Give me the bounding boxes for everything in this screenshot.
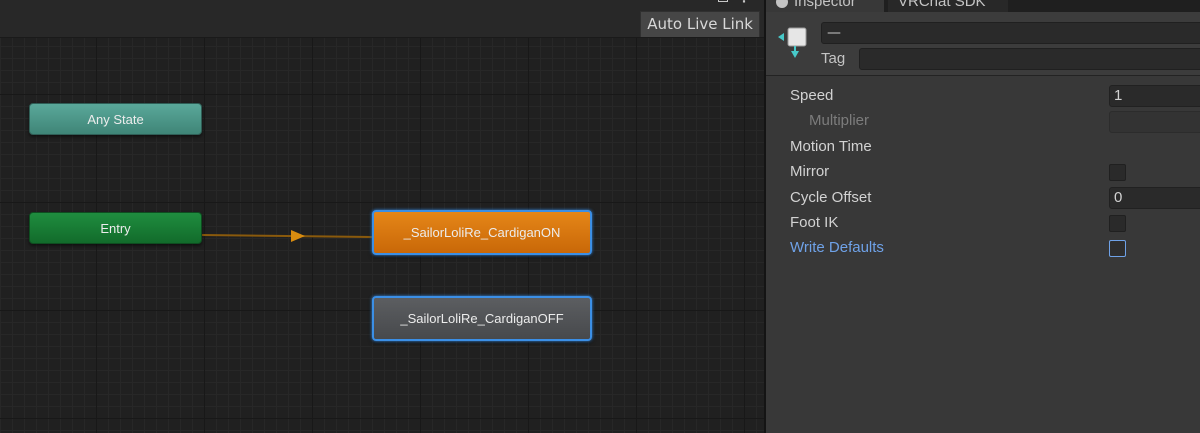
tag-field[interactable] bbox=[859, 48, 1200, 70]
maximize-icon[interactable] bbox=[718, 0, 728, 2]
state-name-field[interactable]: — bbox=[821, 22, 1200, 44]
speed-label: Speed bbox=[790, 87, 834, 104]
tab-vrchat-sdk[interactable]: VRChat SDK bbox=[888, 0, 1008, 12]
inspector-header: — Tag bbox=[766, 12, 1200, 76]
window-controls: ⋮ bbox=[718, 0, 750, 4]
more-options-icon[interactable]: ⋮ bbox=[738, 0, 750, 4]
auto-live-link-button[interactable]: Auto Live Link bbox=[640, 11, 760, 37]
tab-label: Inspector bbox=[794, 0, 856, 10]
multiplier-field bbox=[1109, 111, 1200, 133]
state-label: _SailorLoliRe_CardiganOFF bbox=[400, 311, 564, 326]
cycle-offset-field[interactable]: 0 bbox=[1109, 187, 1200, 209]
animator-graph[interactable]: Any State Entry _SailorLoliRe_CardiganON… bbox=[0, 0, 764, 433]
foot-ik-checkbox[interactable] bbox=[1109, 215, 1126, 232]
state-label: _SailorLoliRe_CardiganON bbox=[403, 225, 561, 240]
any-state-label: Any State bbox=[87, 111, 144, 127]
cycle-offset-label: Cycle Offset bbox=[790, 189, 872, 206]
entry-default-transition[interactable] bbox=[201, 234, 373, 238]
write-defaults-checkbox[interactable] bbox=[1109, 240, 1126, 257]
animator-state-icon bbox=[778, 27, 807, 58]
entry-node[interactable]: Entry bbox=[29, 212, 202, 244]
motion-time-label: Motion Time bbox=[790, 138, 872, 155]
write-defaults-label: Write Defaults bbox=[790, 239, 884, 256]
foot-ik-label: Foot IK bbox=[790, 214, 839, 231]
tag-label: Tag bbox=[821, 50, 846, 67]
entry-label: Entry bbox=[100, 220, 131, 236]
inspector-tab-bar: Inspector VRChat SDK bbox=[766, 0, 1200, 12]
tab-label: VRChat SDK bbox=[898, 0, 986, 10]
info-icon bbox=[776, 0, 788, 9]
transition-arrow-icon bbox=[291, 230, 305, 242]
any-state-node[interactable]: Any State bbox=[29, 103, 202, 135]
mirror-label: Mirror bbox=[790, 163, 830, 180]
tab-inspector[interactable]: Inspector bbox=[766, 0, 884, 12]
graph-toolbar: ⋮ Auto Live Link bbox=[0, 0, 764, 38]
inspector-panel: Inspector VRChat SDK — Tag Speed 1 Multi… bbox=[766, 0, 1200, 433]
mirror-checkbox[interactable] bbox=[1109, 164, 1126, 181]
speed-field[interactable]: 1 bbox=[1109, 85, 1200, 107]
multiplier-label: Multiplier bbox=[809, 112, 870, 129]
state-node-cardigan-on[interactable]: _SailorLoliRe_CardiganON bbox=[372, 210, 592, 255]
state-node-cardigan-off[interactable]: _SailorLoliRe_CardiganOFF bbox=[372, 296, 592, 341]
